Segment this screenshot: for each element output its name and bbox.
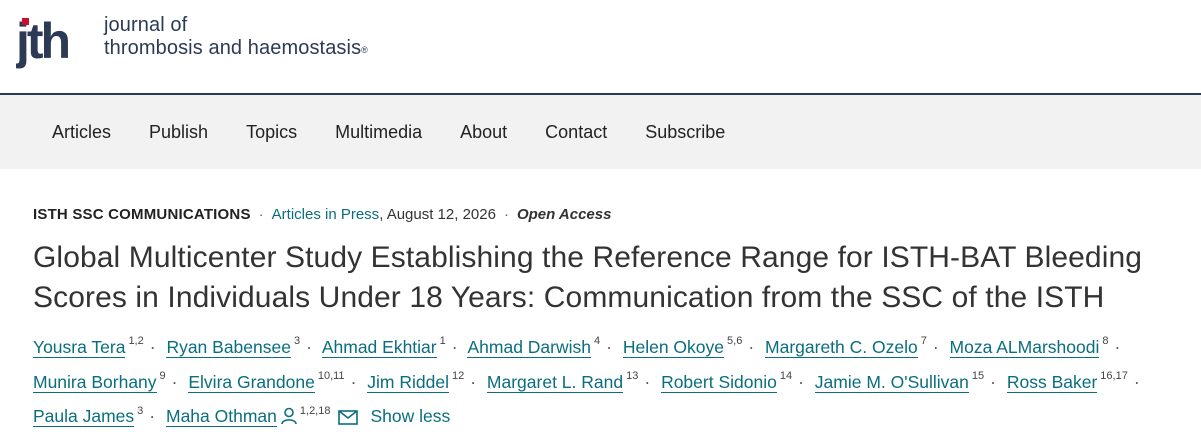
meta-separator: ·: [258, 206, 264, 223]
author-affiliation[interactable]: 9: [160, 370, 166, 382]
author-link[interactable]: Moza ALMarshoodi: [949, 336, 1100, 358]
article-title-line1: Global Multicenter Study Establishing th…: [33, 241, 1143, 274]
author-separator: ·: [451, 336, 458, 357]
author-item: Ahmad Darwish 4: [467, 335, 600, 358]
author-link[interactable]: Elvira Grandone: [188, 371, 315, 393]
author-affiliation[interactable]: 14: [780, 370, 792, 382]
author-item-corresponding: Maha Othman 1,2,18: [166, 405, 359, 428]
author-item: Helen Okoye 5,6: [622, 335, 742, 358]
journal-title-line1: journal of: [104, 14, 188, 36]
author-link[interactable]: Margaret L. Rand: [486, 371, 624, 393]
nav-item-publish[interactable]: Publish: [149, 122, 208, 143]
author-affiliation[interactable]: 3: [137, 405, 143, 417]
author-link[interactable]: Helen Okoye: [622, 336, 725, 358]
journal-title[interactable]: journal of thrombosis and haemostasis®: [104, 14, 368, 60]
author-item: Jim Riddel 12: [367, 370, 464, 393]
author-separator: ·: [350, 371, 357, 392]
author-separator: ·: [932, 336, 939, 357]
main-nav: Articles Publish Topics Multimedia About…: [0, 95, 1201, 169]
author-separator: ·: [1133, 371, 1140, 392]
author-affiliation[interactable]: 8: [1102, 335, 1108, 347]
person-icon[interactable]: [281, 407, 297, 425]
author-separator: ·: [990, 371, 996, 392]
author-link[interactable]: Yousra Tera: [33, 336, 126, 358]
site-header: jth journal of thrombosis and haemostasi…: [0, 0, 1201, 95]
author-item: Elvira Grandone 10,11: [188, 370, 345, 393]
author-affiliation[interactable]: 1,2,18: [300, 405, 331, 417]
author-separator: ·: [470, 371, 477, 392]
author-separator: ·: [149, 336, 156, 357]
author-affiliation[interactable]: 4: [594, 335, 600, 347]
author-item: Ahmad Ekhtiar 1: [321, 335, 446, 358]
nav-item-contact[interactable]: Contact: [545, 122, 607, 143]
author-separator: ·: [798, 371, 804, 392]
article-meta: ISTH SSC COMMUNICATIONS · Articles in Pr…: [33, 206, 1181, 224]
author-item: Moza ALMarshoodi 8: [949, 335, 1108, 358]
author-separator: ·: [306, 336, 312, 357]
article-title: Global Multicenter Study Establishing th…: [33, 238, 1181, 318]
author-item: Paula James 3: [33, 405, 143, 428]
author-separator: ·: [606, 336, 612, 357]
author-item: Jamie M. O'Sullivan 15: [814, 370, 984, 393]
author-item: Yousra Tera 1,2: [33, 335, 144, 358]
author-link[interactable]: Margareth C. Ozelo: [765, 336, 918, 358]
author-item: Munira Borhany 9: [33, 370, 166, 393]
author-affiliation[interactable]: 15: [972, 370, 984, 382]
author-item: Ryan Babensee 3: [166, 335, 300, 358]
meta-separator: ·: [503, 206, 509, 223]
article-header: ISTH SSC COMMUNICATIONS · Articles in Pr…: [33, 169, 1181, 432]
author-affiliation[interactable]: 1: [440, 335, 446, 347]
author-list: Yousra Tera 1,2 · Ryan Babensee 3 · Ahmad Ek…: [33, 328, 1181, 432]
article-title-line2: Scores in Individuals Under 18 Years: Co…: [33, 281, 1105, 314]
author-link[interactable]: Ross Baker: [1006, 371, 1098, 393]
author-link[interactable]: Jim Riddel: [367, 371, 449, 393]
registered-mark: ®: [361, 45, 368, 55]
author-item: Margareth C. Ozelo 7: [765, 335, 927, 358]
author-link[interactable]: Ryan Babensee: [166, 336, 291, 358]
author-separator: ·: [149, 406, 156, 427]
author-affiliation[interactable]: 5,6: [727, 335, 742, 347]
author-separator: ·: [748, 336, 755, 357]
author-separator: ·: [644, 371, 651, 392]
open-access-label: Open Access: [516, 206, 612, 223]
author-separator: ·: [1114, 336, 1121, 357]
nav-item-subscribe[interactable]: Subscribe: [645, 122, 725, 143]
author-link[interactable]: Ahmad Darwish: [467, 336, 592, 358]
author-link[interactable]: Robert Sidonio: [661, 371, 777, 393]
articles-in-press-link[interactable]: Articles in Press: [272, 206, 380, 224]
author-item: Robert Sidonio 14: [661, 370, 792, 393]
author-affiliation[interactable]: 10,11: [318, 370, 345, 382]
mail-icon[interactable]: [338, 410, 359, 426]
nav-item-articles[interactable]: Articles: [52, 122, 111, 143]
nav-item-topics[interactable]: Topics: [246, 122, 297, 143]
author-link[interactable]: Ahmad Ekhtiar: [321, 336, 437, 358]
jth-logo[interactable]: jth: [16, 12, 94, 74]
journal-title-line2: thrombosis and haemostasis: [104, 37, 362, 59]
author-affiliation[interactable]: 16,17: [1100, 370, 1128, 382]
author-affiliation[interactable]: 1,2: [128, 335, 143, 347]
article-section: ISTH SSC COMMUNICATIONS: [33, 206, 251, 223]
article-date: , August 12, 2026: [379, 206, 496, 223]
nav-item-about[interactable]: About: [460, 122, 507, 143]
author-affiliation[interactable]: 3: [294, 335, 300, 347]
author-link[interactable]: Maha Othman: [166, 406, 277, 428]
author-affiliation[interactable]: 13: [626, 370, 638, 382]
author-link[interactable]: Paula James: [33, 406, 135, 428]
author-affiliation[interactable]: 12: [452, 370, 464, 382]
author-separator: ·: [171, 371, 178, 392]
author-link[interactable]: Jamie M. O'Sullivan: [814, 371, 969, 393]
nav-item-multimedia[interactable]: Multimedia: [335, 122, 422, 143]
author-affiliation[interactable]: 7: [921, 335, 927, 347]
author-link[interactable]: Munira Borhany: [33, 371, 157, 393]
author-item: Margaret L. Rand 13: [486, 370, 638, 393]
show-less-button[interactable]: Show less: [370, 406, 450, 426]
author-item: Ross Baker 16,17: [1006, 370, 1128, 393]
